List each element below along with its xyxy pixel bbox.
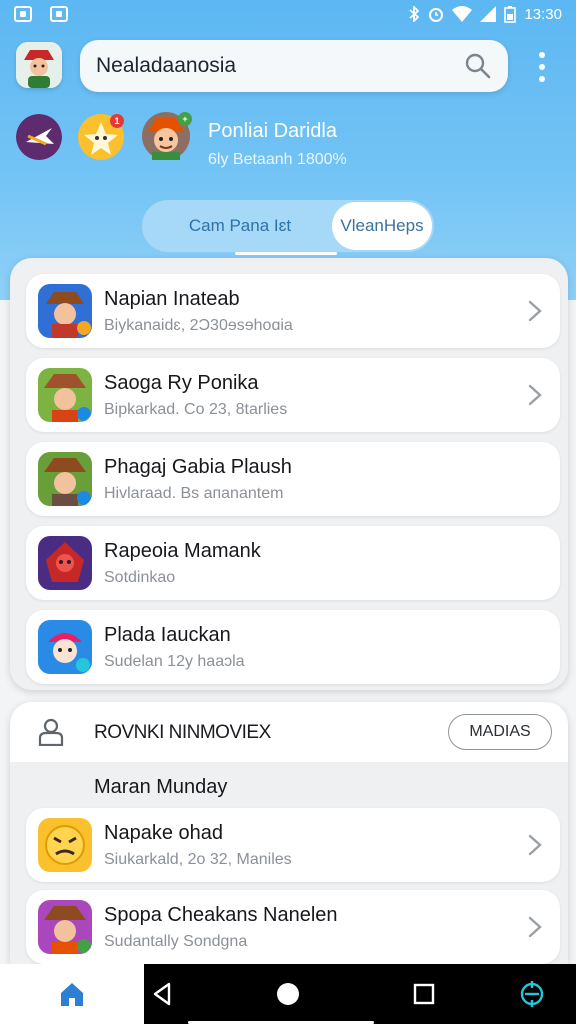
item-title: Napian Inateab (104, 288, 240, 310)
item-title: Plada Iauckan (104, 624, 231, 646)
back-button[interactable] (146, 978, 178, 1010)
item-subtitle: Sudantally Sondgna (104, 933, 248, 950)
item-title: Napake ohad (104, 822, 223, 844)
more-dot-icon (539, 52, 545, 58)
section-title: ROVNKI NINMOVIEX (94, 722, 271, 743)
item-title: Spopa Cheakans Nanelen (104, 904, 338, 926)
home-tab[interactable] (0, 964, 144, 1024)
search-input[interactable] (96, 54, 464, 78)
more-options-button[interactable] (532, 52, 552, 82)
emoji-game-icon (38, 818, 92, 872)
tab-left[interactable]: Cam Pana Iɛt (142, 200, 332, 252)
avatar-app-2[interactable]: 1 (78, 114, 124, 160)
avatar-app-1[interactable] (16, 114, 62, 160)
section-header: ROVNKI NINMOVIEX MADIAS (10, 702, 568, 762)
notification-badge: 1 (110, 114, 124, 128)
bluetooth-icon (409, 6, 420, 22)
list-item[interactable]: Spopa Cheakans Nanelen Sudantally Sondgn… (26, 890, 560, 964)
tab-indicator (235, 252, 337, 255)
accessibility-button[interactable] (516, 978, 548, 1010)
chevron-right-icon (528, 300, 542, 322)
back-triangle-icon (153, 982, 171, 1006)
game-icon (38, 284, 92, 338)
home-button[interactable] (272, 978, 304, 1010)
profile-name: Ponliai Daridla (208, 120, 337, 142)
chevron-right-icon (528, 834, 542, 856)
item-subtitle: Hivlaraad. Bs aпanantem (104, 485, 284, 502)
item-title: Phagaj Gabia Plaush (104, 456, 292, 478)
item-subtitle: Biykanaidɛ, 2Ɔ30ɘsɘhoɑia (104, 317, 293, 334)
home-icon (61, 983, 83, 1006)
list-item[interactable]: Napian Inateab Biykanaidɛ, 2Ɔ30ɘsɘhoɑia (26, 274, 560, 348)
signal-icon (480, 6, 497, 22)
item-title: Rapeoia Mamank (104, 540, 261, 562)
section-subheading: Maran Munday (94, 776, 228, 798)
chevron-right-icon (528, 916, 542, 938)
recents-button[interactable] (408, 978, 440, 1010)
wifi-icon (452, 6, 473, 22)
recents-square-icon (413, 983, 435, 1005)
more-dot-icon (539, 76, 545, 82)
games-list-card: Napian Inateab Biykanaidɛ, 2Ɔ30ɘsɘhoɑia … (10, 258, 568, 690)
list-item[interactable]: Napake ohad Siukarkald, 2o 32, Maniles (26, 808, 560, 882)
game-icon (38, 620, 92, 674)
section-action-button[interactable]: MADIAS (448, 714, 552, 750)
segmented-tabs: Cam Pana Iɛt VleanHeps (142, 200, 434, 252)
game-icon (38, 536, 92, 590)
game-icon (38, 900, 92, 954)
list-item[interactable]: Rapeoia Mamank Sotdinkao (26, 526, 560, 600)
app-logo[interactable] (16, 42, 62, 88)
app-notification-icon (50, 6, 68, 22)
search-icon[interactable] (464, 52, 492, 80)
status-bar: 13:30 (0, 0, 576, 28)
user-icon (38, 718, 64, 746)
item-subtitle: Bipkarkad. Co 23, 8tarlies (104, 401, 288, 418)
more-dot-icon (539, 64, 545, 70)
game-icon (38, 452, 92, 506)
alarm-icon (429, 8, 444, 22)
chevron-right-icon (528, 384, 542, 406)
online-badge: + (178, 112, 192, 126)
avatar-profile[interactable]: + (142, 112, 192, 160)
battery-icon (504, 6, 517, 23)
profile-subtitle: 6ly Betaanh 1800% (208, 151, 347, 168)
item-subtitle: Sotdinkao (104, 569, 176, 586)
section-card: ROVNKI NINMOVIEX MADIAS Maran Munday Nap… (10, 702, 568, 964)
home-circle-icon (277, 983, 299, 1005)
list-item[interactable]: Phagaj Gabia Plaush Hivlaraad. Bs aпanan… (26, 442, 560, 516)
item-subtitle: Sudelan 12y haaɔla (104, 653, 245, 670)
status-time: 13:30 (524, 5, 562, 23)
gallery-notification-icon (14, 6, 32, 22)
bottom-navigation (0, 964, 576, 1024)
game-icon (38, 368, 92, 422)
search-bar[interactable] (80, 40, 508, 92)
list-item[interactable]: Saoga Ry Ponika Bipkarkad. Co 23, 8tarli… (26, 358, 560, 432)
tab-right-selected[interactable]: VleanHeps (332, 202, 432, 250)
list-item[interactable]: Plada Iauckan Sudelan 12y haaɔla (26, 610, 560, 684)
item-subtitle: Siukarkald, 2o 32, Maniles (104, 851, 292, 868)
accessibility-icon (520, 981, 544, 1007)
item-title: Saoga Ry Ponika (104, 372, 259, 394)
